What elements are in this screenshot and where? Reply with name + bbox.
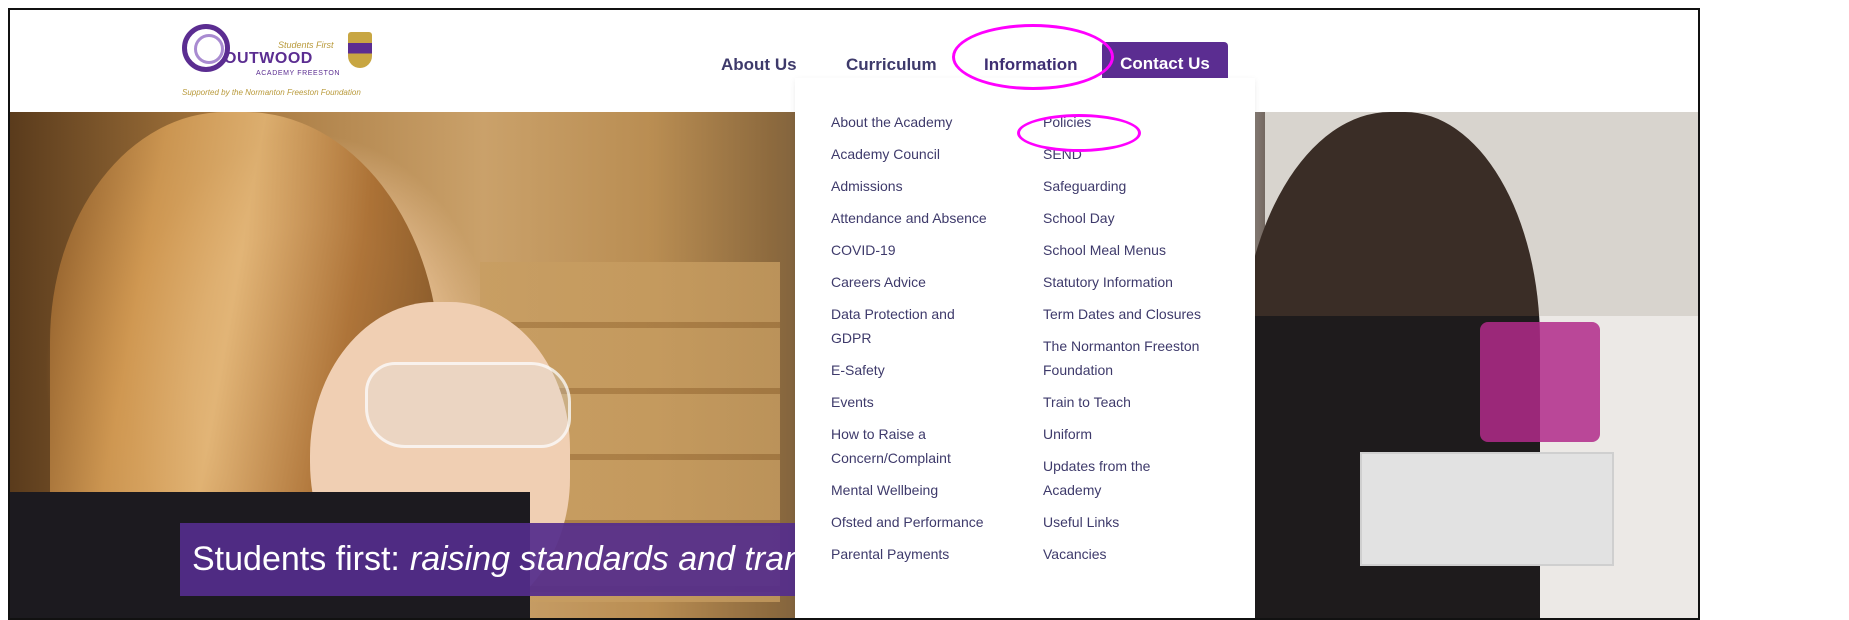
school-logo[interactable]: Students First OUTWOOD ACADEMY FREESTON … [180,18,420,98]
hero-banner-italic: raising standards and trans [409,540,820,578]
menu-item-covid[interactable]: COVID-19 [831,238,1021,262]
browser-viewport: Students First OUTWOOD ACADEMY FREESTON … [8,8,1700,620]
menu-item-careers[interactable]: Careers Advice [831,270,1021,294]
nav-curriculum[interactable]: Curriculum [846,55,937,75]
menu-item-vacancies[interactable]: Vacancies [1043,542,1243,566]
menu-item-ofsted[interactable]: Ofsted and Performance [831,510,1021,534]
logo-inner-ring-icon [194,34,224,64]
menu-item-safeguarding[interactable]: Safeguarding [1043,174,1243,198]
menu-item-about-academy[interactable]: About the Academy [831,110,1021,134]
menu-item-statutory[interactable]: Statutory Information [1043,270,1243,294]
menu-item-events[interactable]: Events [831,390,1021,414]
menu-item-complaint[interactable]: How to Raise a Concern/Complaint [831,422,971,470]
information-dropdown-menu: About the Academy Academy Council Admiss… [795,78,1255,618]
menu-item-attendance[interactable]: Attendance and Absence [831,206,1021,230]
dropdown-right-column: Policies SEND Safeguarding School Day Sc… [1043,110,1243,574]
nav-information[interactable]: Information [984,55,1078,75]
menu-item-payments[interactable]: Parental Payments [831,542,1021,566]
nav-about-us[interactable]: About Us [721,55,797,75]
menu-item-admissions[interactable]: Admissions [831,174,1021,198]
logo-tagline: Students First [278,40,334,50]
dropdown-left-column: About the Academy Academy Council Admiss… [831,110,1021,574]
crest-icon [348,32,372,68]
menu-item-uniform[interactable]: Uniform [1043,422,1243,446]
hero-lab-equipment [1480,322,1600,442]
menu-item-esafety[interactable]: E-Safety [831,358,1021,382]
menu-item-policies[interactable]: Policies [1043,110,1243,134]
menu-item-updates[interactable]: Updates from the Academy [1043,454,1173,502]
menu-item-academy-council[interactable]: Academy Council [831,142,1021,166]
hero-lab-plate [1360,452,1614,566]
menu-item-data-protection[interactable]: Data Protection and GDPR [831,302,971,350]
menu-item-useful-links[interactable]: Useful Links [1043,510,1243,534]
menu-item-school-day[interactable]: School Day [1043,206,1243,230]
menu-item-wellbeing[interactable]: Mental Wellbeing [831,478,1021,502]
menu-item-send[interactable]: SEND [1043,142,1243,166]
hero-banner-lead: Students first: [192,540,400,578]
hero-safety-glasses [365,362,571,448]
menu-item-term-dates[interactable]: Term Dates and Closures [1043,302,1243,326]
logo-subtitle: ACADEMY FREESTON [256,70,341,77]
menu-item-foundation[interactable]: The Normanton Freeston Foundation [1043,334,1213,382]
logo-supported-by: Supported by the Normanton Freeston Foun… [182,88,361,97]
menu-item-train-teach[interactable]: Train to Teach [1043,390,1243,414]
menu-item-meal-menus[interactable]: School Meal Menus [1043,238,1243,262]
logo-name: OUTWOOD [224,50,313,67]
